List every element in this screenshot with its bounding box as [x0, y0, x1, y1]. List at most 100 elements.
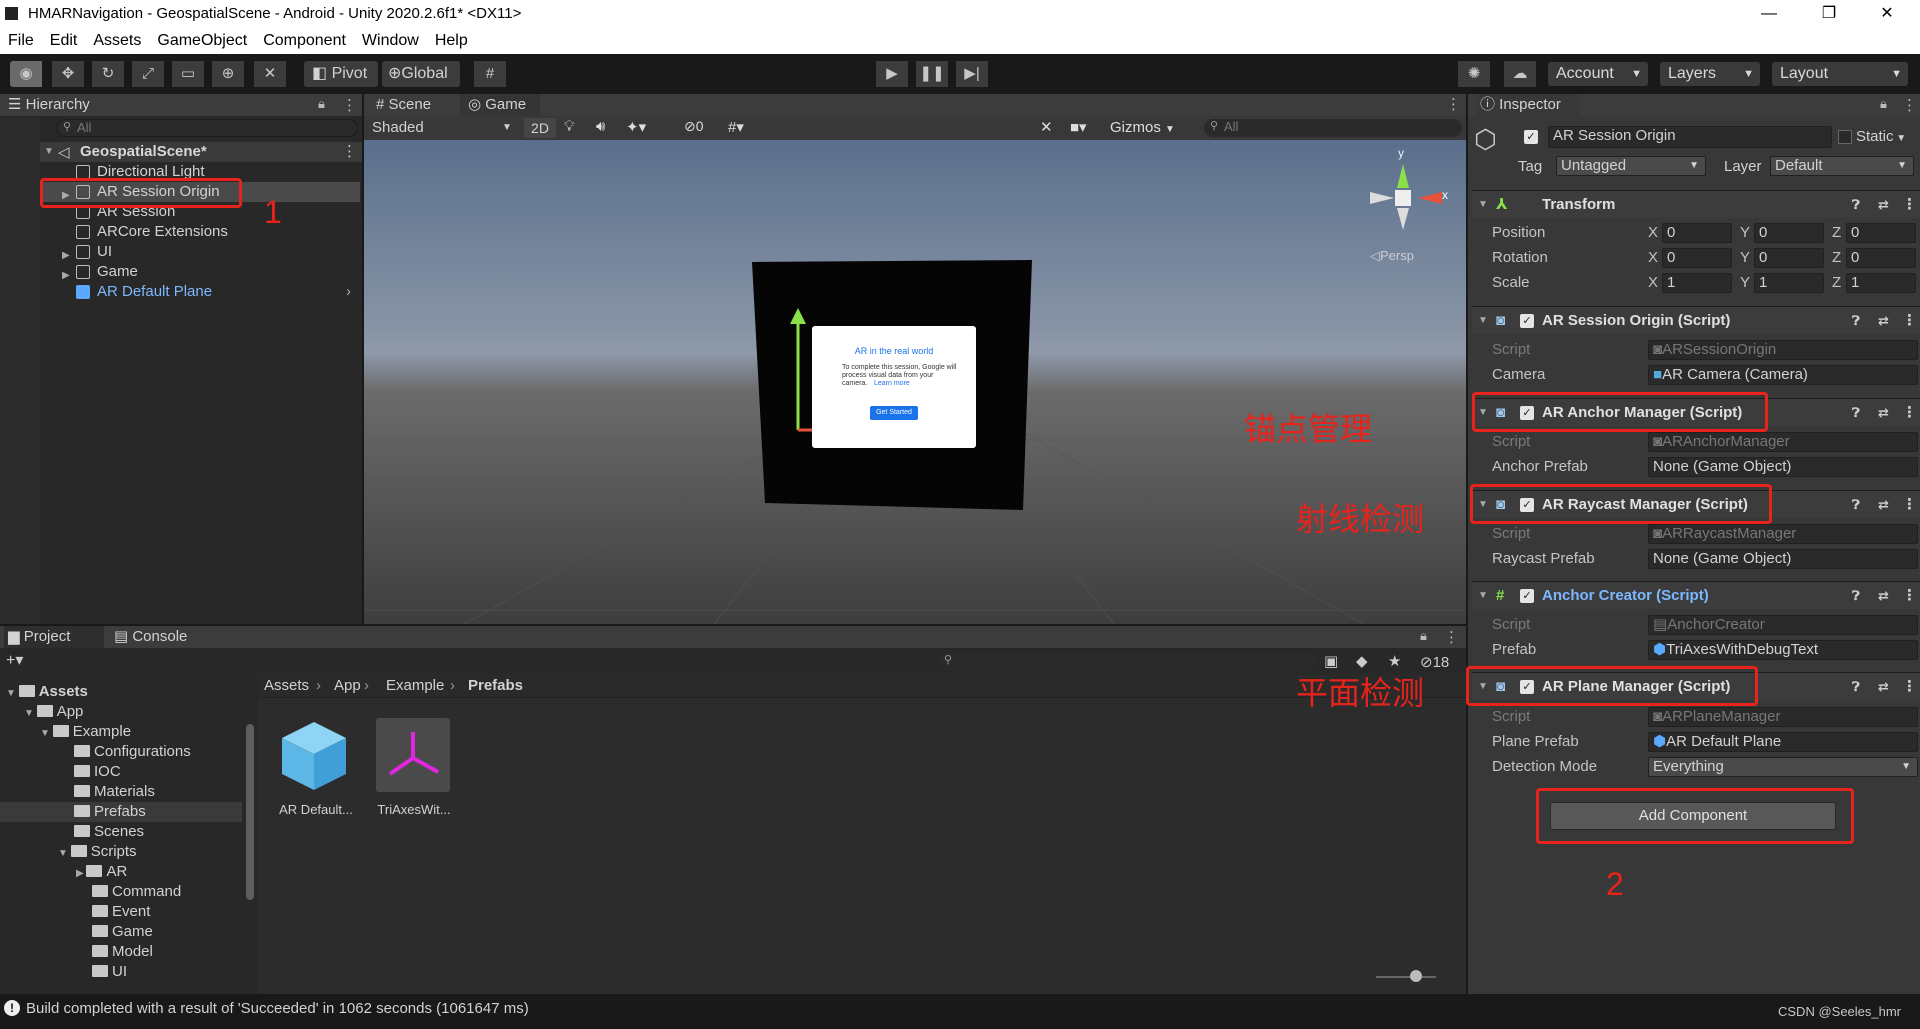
static-checkbox[interactable] — [1838, 130, 1852, 144]
services-icon[interactable]: ✺ — [1458, 61, 1490, 87]
pause-button[interactable]: ❚❚ — [916, 61, 948, 87]
persp-label[interactable]: ◁Persp — [1370, 248, 1414, 264]
expand-triangle-icon[interactable]: ▼ — [44, 146, 54, 157]
position-x-input[interactable]: 0 — [1662, 223, 1732, 243]
folder-model[interactable]: Model — [92, 942, 153, 962]
help-icon[interactable]: ❓︎ — [1852, 399, 1860, 427]
close-button[interactable]: ✕ — [1864, 2, 1910, 26]
static-dropdown[interactable]: Static ▼ — [1856, 128, 1906, 145]
status-message[interactable]: Build completed with a result of 'Succee… — [26, 1000, 529, 1017]
layer-dropdown[interactable]: Default ▼ — [1770, 156, 1914, 176]
tab-game[interactable]: ◎ Game — [460, 94, 540, 116]
help-icon[interactable]: ❓︎ — [1852, 582, 1860, 610]
folder-app[interactable]: ▼ App — [24, 702, 83, 722]
scale-y-input[interactable]: 1 — [1754, 273, 1824, 293]
project-search-input[interactable]: ⚲ — [938, 653, 1316, 671]
menu-help[interactable]: Help — [427, 28, 476, 50]
ar-session-origin-header[interactable]: ▼ ◙ ✓ AR Session Origin (Script) ❓︎ ⇄ ⋮ — [1472, 306, 1920, 334]
chevron-right-icon[interactable]: › — [346, 282, 351, 302]
help-icon[interactable]: ❓︎ — [1852, 491, 1860, 519]
component-menu-icon[interactable]: ⋮ — [1902, 673, 1917, 701]
grid-snap-icon[interactable]: # — [474, 61, 506, 87]
custom-tool-icon[interactable]: ✕ — [254, 61, 286, 87]
lighting-icon[interactable]: 💡︎ — [564, 118, 575, 135]
scene-header-row[interactable]: ▼ ◁ GeospatialScene* ⋮ — [0, 142, 362, 162]
hierarchy-item-game[interactable]: ▶ Game — [0, 262, 360, 282]
help-icon[interactable]: ❓︎ — [1852, 673, 1860, 701]
rotation-x-input[interactable]: 0 — [1662, 248, 1732, 268]
fold-triangle-icon[interactable]: ▼ — [1478, 191, 1488, 219]
transform-tool-icon[interactable]: ⊕ — [212, 61, 244, 87]
camera-icon[interactable]: ■▾ — [1070, 118, 1087, 136]
position-y-input[interactable]: 0 — [1754, 223, 1824, 243]
audio-icon[interactable]: 🔊︎ — [596, 118, 605, 135]
component-enabled-checkbox[interactable]: ✓ — [1520, 589, 1534, 603]
menu-gameobject[interactable]: GameObject — [149, 28, 255, 50]
presets-icon[interactable]: ⇄ — [1878, 582, 1889, 610]
grid-toggle-icon[interactable]: #▾ — [728, 118, 744, 136]
folder-assets[interactable]: ▼ Assets — [6, 682, 88, 702]
kebab-menu-icon[interactable]: ⋮ — [342, 96, 357, 114]
fold-triangle-icon[interactable]: ▼ — [1478, 307, 1488, 335]
plane-prefab-field[interactable]: ⬢AR Default Plane — [1648, 732, 1918, 752]
hierarchy-item-ar-default-plane[interactable]: AR Default Plane › — [0, 282, 360, 302]
hierarchy-item-arcore-extensions[interactable]: ARCore Extensions — [0, 222, 360, 242]
rect-tool-icon[interactable]: ▭ — [172, 61, 204, 87]
cloud-icon[interactable]: ☁ — [1504, 61, 1536, 87]
fold-triangle-icon[interactable]: ▼ — [1478, 582, 1488, 610]
effects-icon[interactable]: ✦▾ — [626, 118, 646, 136]
zoom-slider-handle[interactable] — [1410, 970, 1422, 982]
lock-icon[interactable]: 🔒︎ — [1420, 628, 1427, 644]
camera-object-field[interactable]: ■AR Camera (Camera) — [1648, 365, 1918, 385]
presets-icon[interactable]: ⇄ — [1878, 191, 1889, 219]
prefab-field[interactable]: ⬢TriAxesWithDebugText — [1648, 640, 1918, 660]
hidden-objects-toggle[interactable]: ⊘0 — [684, 118, 704, 135]
folder-ui[interactable]: UI — [92, 962, 127, 982]
breadcrumb-example[interactable]: Example — [386, 674, 444, 698]
account-dropdown[interactable]: Account ▼ — [1548, 62, 1648, 86]
tab-scene[interactable]: # Scene — [368, 94, 460, 116]
folder-example[interactable]: ▼ Example — [40, 722, 131, 742]
tools-icon[interactable]: ✕ — [1040, 118, 1053, 136]
help-icon[interactable]: ❓︎ — [1852, 307, 1860, 335]
view-tool-eye-icon[interactable]: ◉ — [10, 61, 42, 87]
tab-hierarchy[interactable]: ☰ Hierarchy — [8, 94, 90, 116]
scene-menu-icon[interactable]: ⋮ — [1446, 95, 1461, 113]
breadcrumb-app[interactable]: App — [334, 674, 361, 698]
help-icon[interactable]: ❓︎ — [1852, 191, 1860, 219]
layers-dropdown[interactable]: Layers ▼ — [1660, 62, 1760, 86]
presets-icon[interactable]: ⇄ — [1878, 491, 1889, 519]
component-enabled-checkbox[interactable]: ✓ — [1520, 314, 1534, 328]
component-menu-icon[interactable]: ⋮ — [1902, 491, 1917, 519]
menu-file[interactable]: File — [0, 28, 42, 50]
maximize-button[interactable]: ❐ — [1806, 2, 1852, 26]
pivot-toggle[interactable]: ◧ Pivot — [304, 61, 378, 87]
rotation-y-input[interactable]: 0 — [1754, 248, 1824, 268]
tag-dropdown[interactable]: Untagged ▼ — [1556, 156, 1706, 176]
detection-mode-dropdown[interactable]: Everything ▼ — [1648, 757, 1918, 777]
create-icon[interactable]: +▾ — [6, 650, 23, 670]
folder-scripts[interactable]: ▼ Scripts — [58, 842, 137, 862]
menu-component[interactable]: Component — [255, 28, 354, 50]
orientation-gizmo[interactable]: y x — [1360, 146, 1448, 236]
object-name-input[interactable]: AR Session Origin — [1548, 126, 1832, 148]
component-menu-icon[interactable]: ⋮ — [1902, 399, 1917, 427]
presets-icon[interactable]: ⇄ — [1878, 307, 1889, 335]
kebab-menu-icon[interactable]: ⋮ — [1902, 96, 1917, 114]
breadcrumb-prefabs[interactable]: Prefabs — [468, 674, 523, 698]
breadcrumb-assets[interactable]: Assets — [264, 674, 309, 698]
active-checkbox[interactable]: ✓ — [1524, 130, 1538, 144]
transform-header[interactable]: ▼ ⅄ Transform ❓︎ ⇄ ⋮ — [1472, 190, 1920, 218]
folder-event[interactable]: Event — [92, 902, 150, 922]
tab-inspector[interactable]: ⓘ Inspector — [1476, 94, 1580, 116]
move-tool-icon[interactable]: ✥ — [52, 61, 84, 87]
scale-x-input[interactable]: 1 — [1662, 273, 1732, 293]
position-z-input[interactable]: 0 — [1846, 223, 1916, 243]
scene-menu-icon[interactable]: ⋮ — [342, 142, 357, 160]
raycast-prefab-field[interactable]: None (Game Object) — [1648, 549, 1918, 569]
scale-tool-icon[interactable]: ⤢ — [132, 61, 164, 87]
kebab-menu-icon[interactable]: ⋮ — [1444, 628, 1459, 646]
minimize-button[interactable]: — — [1746, 2, 1792, 26]
folder-configurations[interactable]: Configurations — [74, 742, 191, 762]
2d-toggle[interactable]: 2D — [524, 118, 556, 138]
